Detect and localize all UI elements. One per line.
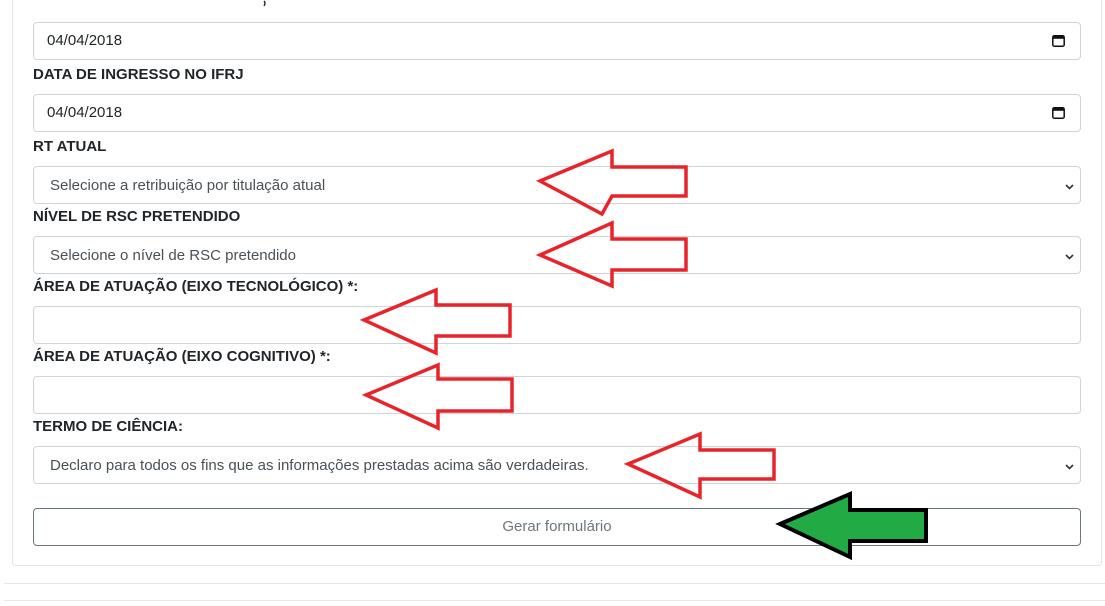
chevron-down-icon [1065, 184, 1074, 190]
select-rt-atual-value: Selecione a retribuição por titulação at… [50, 177, 326, 194]
red-arrow-icon [361, 362, 514, 431]
select-termo-ciencia-value: Declaro para todos os fins que as inform… [50, 457, 589, 474]
chevron-down-icon [1065, 464, 1074, 470]
label-data-ingresso: DATA DE INGRESSO NO IFRJ [33, 66, 244, 83]
label-area-cognitivo: ÁREA DE ATUAÇÃO (EIXO COGNITIVO) *: [33, 348, 331, 365]
label-nivel-rsc: NÍVEL DE RSC PRETENDIDO [33, 208, 241, 225]
select-nivel-rsc-value: Selecione o nível de RSC pretendido [50, 247, 296, 264]
green-arrow-icon [775, 490, 928, 561]
input-area-cognitivo[interactable] [33, 376, 1081, 414]
date-value-top: 04/04/2018 [47, 32, 123, 49]
input-area-tecnologico[interactable] [33, 306, 1081, 344]
red-arrow-icon [535, 148, 688, 217]
date-input-ingresso[interactable]: 04/04/2018 [33, 94, 1081, 132]
cutoff-label-fragment [263, 0, 266, 7]
select-termo-ciencia[interactable]: Declaro para todos os fins que as inform… [33, 446, 1081, 484]
red-arrow-icon [623, 431, 776, 500]
label-area-tecnologico: ÁREA DE ATUAÇÃO (EIXO TECNOLÓGICO) *: [33, 278, 359, 295]
label-rt-atual: RT ATUAL [33, 138, 107, 155]
red-arrow-icon [359, 287, 512, 356]
chevron-down-icon [1065, 254, 1074, 260]
calendar-icon[interactable] [1052, 106, 1065, 119]
red-arrow-icon [535, 220, 688, 289]
footer-divider [4, 583, 1105, 584]
date-input-top[interactable]: 04/04/2018 [33, 22, 1081, 60]
footer-divider [4, 600, 1105, 601]
date-value-ingresso: 04/04/2018 [47, 104, 123, 121]
label-termo-ciencia: TERMO DE CIÊNCIA: [33, 418, 183, 435]
calendar-icon[interactable] [1052, 34, 1065, 47]
